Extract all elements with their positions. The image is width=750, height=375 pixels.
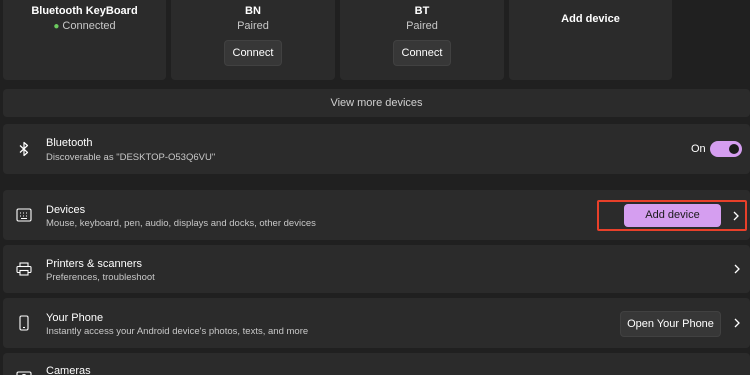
bluetooth-row: Bluetooth Discoverable as "DESKTOP-O53Q6… <box>3 124 750 174</box>
printers-row[interactable]: Printers & scanners Preferences, trouble… <box>3 245 750 293</box>
your-phone-title: Your Phone <box>46 312 104 324</box>
your-phone-subtitle: Instantly access your Android device's p… <box>46 326 309 337</box>
phone-icon <box>15 314 33 332</box>
bluetooth-title: Bluetooth <box>46 137 93 149</box>
connect-button[interactable]: Connect <box>393 40 451 66</box>
camera-icon <box>15 367 33 375</box>
connected-dot-icon: ● <box>53 21 60 32</box>
bluetooth-icon <box>15 140 33 158</box>
cameras-title: Cameras <box>46 365 91 375</box>
open-your-phone-button[interactable]: Open Your Phone <box>620 311 721 337</box>
device-name: Bluetooth KeyBoard <box>31 5 138 17</box>
device-tile-bt[interactable]: BT Paired Connect <box>340 0 504 80</box>
device-tile-bn[interactable]: BN Paired Connect <box>171 0 335 80</box>
device-status-text: Connected <box>62 20 116 32</box>
chevron-right-icon[interactable] <box>731 209 741 223</box>
device-status: Paired <box>406 20 438 32</box>
chevron-right-icon <box>734 318 740 328</box>
cameras-row[interactable]: Cameras <box>3 353 750 375</box>
printers-subtitle: Preferences, troubleshoot <box>46 272 155 283</box>
add-device-tile[interactable]: + Add device <box>509 0 672 80</box>
add-device-button[interactable]: Add device <box>624 204 721 227</box>
view-more-devices-link[interactable]: View more devices <box>3 89 750 117</box>
device-name: BN <box>245 5 261 17</box>
chevron-right-icon <box>734 264 740 274</box>
add-device-tile-label: Add device <box>561 13 620 25</box>
toggle-state-label: On <box>691 143 706 155</box>
devices-title: Devices <box>46 204 86 216</box>
device-status: ● Connected <box>3 20 166 32</box>
printers-title: Printers & scanners <box>46 258 142 270</box>
devices-subtitle: Mouse, keyboard, pen, audio, displays an… <box>46 218 316 229</box>
device-tile-bluetooth-keyboard[interactable]: Bluetooth KeyBoard ● Connected <box>3 0 166 80</box>
device-status: Paired <box>237 20 269 32</box>
bluetooth-toggle[interactable] <box>710 141 742 157</box>
connect-button[interactable]: Connect <box>224 40 282 66</box>
plus-icon: + <box>509 0 672 4</box>
device-name: BT <box>414 5 430 17</box>
bluetooth-subtitle: Discoverable as "DESKTOP-O53Q6VU" <box>46 152 216 163</box>
printer-icon <box>15 260 33 278</box>
toggle-knob <box>729 144 739 154</box>
keyboard-icon <box>15 206 33 224</box>
